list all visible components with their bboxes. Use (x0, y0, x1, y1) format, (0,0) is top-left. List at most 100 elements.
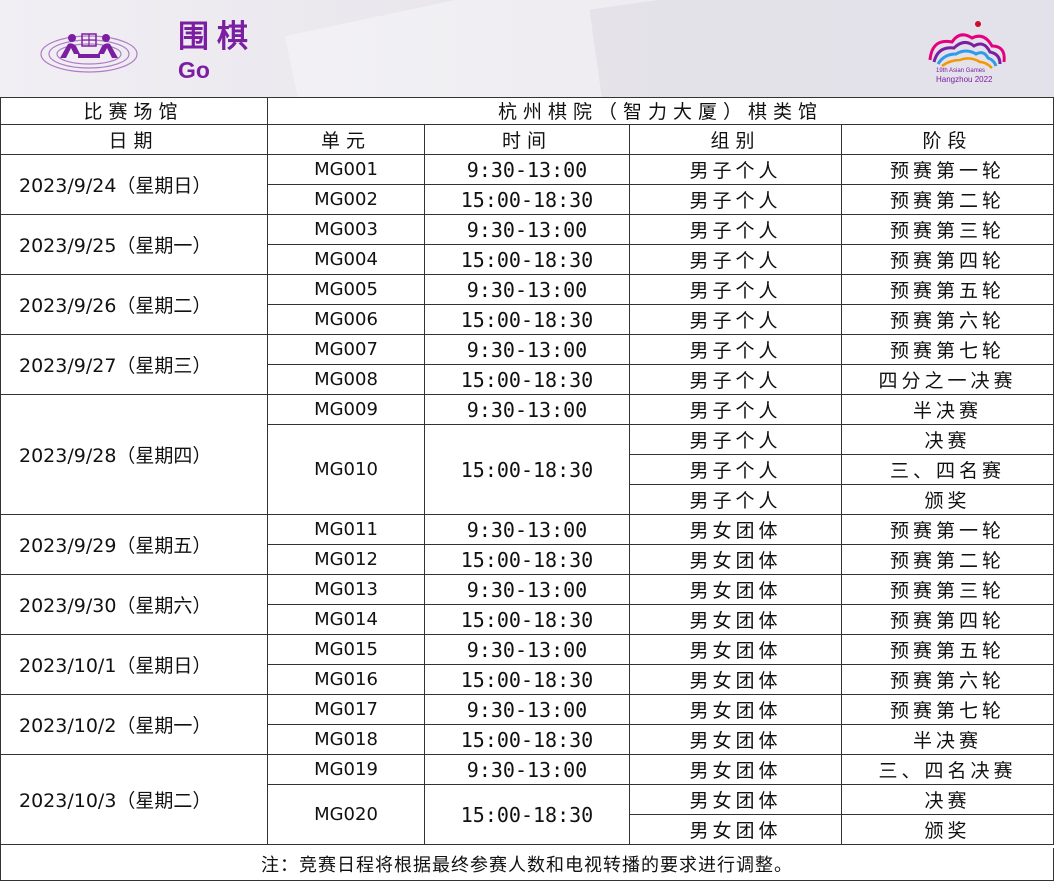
group-cell: 男女团体 (630, 545, 842, 575)
group-cell: 男女团体 (630, 725, 842, 755)
group-cell: 男子个人 (630, 245, 842, 275)
time-cell: 15:00-18:30 (425, 605, 630, 635)
group-cell: 男女团体 (630, 695, 842, 725)
group-cell: 男子个人 (630, 365, 842, 395)
phase-cell: 预赛第三轮 (842, 575, 1054, 605)
group-cell: 男女团体 (630, 635, 842, 665)
unit-code-cell: MG014 (268, 605, 425, 635)
unit-code-cell: MG016 (268, 665, 425, 695)
time-cell: 9:30-13:00 (425, 155, 630, 185)
time-cell: 9:30-13:00 (425, 755, 630, 785)
phase-cell: 预赛第四轮 (842, 605, 1054, 635)
go-sport-pictogram-icon (40, 33, 138, 73)
phase-cell: 预赛第二轮 (842, 185, 1054, 215)
unit-code-cell: MG011 (268, 515, 425, 545)
group-cell: 男女团体 (630, 815, 842, 845)
group-cell: 男女团体 (630, 665, 842, 695)
phase-cell: 预赛第六轮 (842, 665, 1054, 695)
group-cell: 男子个人 (630, 275, 842, 305)
unit-code-cell: MG010 (268, 425, 425, 515)
group-cell: 男子个人 (630, 305, 842, 335)
group-cell: 男女团体 (630, 785, 842, 815)
time-cell: 15:00-18:30 (425, 665, 630, 695)
page-header: 围棋 Go 19th Asian Games Hangzhou 2022 (0, 0, 1054, 97)
unit-code-cell: MG015 (268, 635, 425, 665)
date-cell: 2023/10/3（星期二） (0, 755, 268, 845)
unit-code-cell: MG008 (268, 365, 425, 395)
column-header-time: 时间 (425, 125, 630, 155)
group-cell: 男子个人 (630, 335, 842, 365)
column-header-date: 日期 (0, 125, 268, 155)
phase-cell: 颁奖 (842, 815, 1054, 845)
time-cell: 9:30-13:00 (425, 635, 630, 665)
phase-cell: 三、四名决赛 (842, 755, 1054, 785)
phase-cell: 预赛第二轮 (842, 545, 1054, 575)
logo-caption-city: Hangzhou 2022 (936, 75, 993, 84)
date-cell: 2023/9/28（星期四） (0, 395, 268, 515)
date-cell: 2023/9/24（星期日） (0, 155, 268, 215)
time-cell: 15:00-18:30 (425, 725, 630, 755)
unit-code-cell: MG004 (268, 245, 425, 275)
phase-cell: 半决赛 (842, 725, 1054, 755)
phase-cell: 颁奖 (842, 485, 1054, 515)
unit-code-cell: MG002 (268, 185, 425, 215)
unit-code-cell: MG007 (268, 335, 425, 365)
time-cell: 15:00-18:30 (425, 305, 630, 335)
unit-code-cell: MG009 (268, 395, 425, 425)
phase-cell: 预赛第七轮 (842, 335, 1054, 365)
phase-cell: 预赛第六轮 (842, 305, 1054, 335)
column-header-phase: 阶段 (842, 125, 1054, 155)
unit-code-cell: MG017 (268, 695, 425, 725)
time-cell: 9:30-13:00 (425, 395, 630, 425)
unit-code-cell: MG012 (268, 545, 425, 575)
time-cell: 9:30-13:00 (425, 275, 630, 305)
group-cell: 男女团体 (630, 605, 842, 635)
date-cell: 2023/9/27（星期三） (0, 335, 268, 395)
group-cell: 男子个人 (630, 455, 842, 485)
unit-code-cell: MG005 (268, 275, 425, 305)
unit-code-cell: MG003 (268, 215, 425, 245)
group-cell: 男子个人 (630, 425, 842, 455)
phase-cell: 三、四名赛 (842, 455, 1054, 485)
phase-cell: 预赛第三轮 (842, 215, 1054, 245)
phase-cell: 预赛第五轮 (842, 275, 1054, 305)
time-cell: 9:30-13:00 (425, 515, 630, 545)
venue-label: 比赛场馆 (0, 97, 268, 125)
group-cell: 男子个人 (630, 215, 842, 245)
column-header-group: 组别 (630, 125, 842, 155)
group-cell: 男女团体 (630, 755, 842, 785)
phase-cell: 半决赛 (842, 395, 1054, 425)
time-cell: 15:00-18:30 (425, 425, 630, 515)
time-cell: 15:00-18:30 (425, 365, 630, 395)
unit-code-cell: MG019 (268, 755, 425, 785)
time-cell: 9:30-13:00 (425, 335, 630, 365)
phase-cell: 预赛第四轮 (842, 245, 1054, 275)
unit-code-cell: MG006 (268, 305, 425, 335)
group-cell: 男女团体 (630, 515, 842, 545)
phase-cell: 预赛第一轮 (842, 515, 1054, 545)
time-cell: 15:00-18:30 (425, 245, 630, 275)
time-cell: 15:00-18:30 (425, 185, 630, 215)
phase-cell: 预赛第五轮 (842, 635, 1054, 665)
group-cell: 男子个人 (630, 185, 842, 215)
group-cell: 男子个人 (630, 155, 842, 185)
group-cell: 男子个人 (630, 395, 842, 425)
time-cell: 15:00-18:30 (425, 785, 630, 845)
time-cell: 9:30-13:00 (425, 695, 630, 725)
date-cell: 2023/9/25（星期一） (0, 215, 268, 275)
column-header-unit: 单元 (268, 125, 425, 155)
date-cell: 2023/9/26（星期二） (0, 275, 268, 335)
phase-cell: 预赛第七轮 (842, 695, 1054, 725)
unit-code-cell: MG013 (268, 575, 425, 605)
group-cell: 男女团体 (630, 575, 842, 605)
unit-code-cell: MG001 (268, 155, 425, 185)
unit-code-cell: MG018 (268, 725, 425, 755)
date-cell: 2023/9/30（星期六） (0, 575, 268, 635)
date-cell: 2023/9/29（星期五） (0, 515, 268, 575)
phase-cell: 四分之一决赛 (842, 365, 1054, 395)
time-cell: 9:30-13:00 (425, 575, 630, 605)
venue-name: 杭州棋院（智力大厦）棋类馆 (268, 97, 1054, 125)
page-title-english: Go (178, 57, 210, 83)
time-cell: 15:00-18:30 (425, 545, 630, 575)
date-cell: 2023/10/2（星期一） (0, 695, 268, 755)
